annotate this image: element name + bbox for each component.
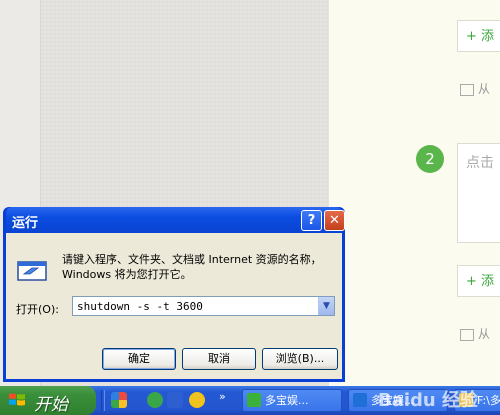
dialog-titlebar[interactable]: 运行 ? ✕ <box>6 207 345 233</box>
quicklaunch-separator <box>101 390 105 411</box>
task-label: F:\多 <box>477 394 500 407</box>
chevron-icon[interactable]: » <box>219 390 226 403</box>
app-icon[interactable] <box>111 392 127 408</box>
add-image-link-2[interactable]: 从 <box>460 325 490 342</box>
watermark: Baidu 经验 <box>378 390 479 411</box>
step-text-area[interactable]: 点击 <box>457 143 500 243</box>
taskbar-item[interactable]: 多宝娱... <box>242 389 342 412</box>
add-image-link[interactable]: 从 <box>460 80 490 97</box>
run-dialog: 运行 ? ✕ 请键入程序、文件夹、文档或 Internet 资源的名称，Wind… <box>3 207 345 382</box>
dialog-prompt: 请键入程序、文件夹、文档或 Internet 资源的名称，Windows 将为您… <box>62 253 322 281</box>
image-icon <box>460 83 474 96</box>
run-program-icon <box>17 261 47 281</box>
browse-button[interactable]: 浏览(B)... <box>262 348 338 370</box>
dialog-title: 运行 <box>12 216 39 231</box>
task-label: 多宝娱... <box>265 394 309 407</box>
browser-icon[interactable] <box>147 392 163 408</box>
browser-icon <box>353 393 367 407</box>
ok-button[interactable]: 确定 <box>102 348 176 370</box>
cancel-button[interactable]: 取消 <box>182 348 256 370</box>
dialog-body: 请键入程序、文件夹、文档或 Internet 资源的名称，Windows 将为您… <box>6 233 342 379</box>
command-input[interactable]: shutdown -s -t 3600 <box>77 300 203 313</box>
windows-logo-icon <box>9 393 25 406</box>
image-icon <box>460 328 474 341</box>
dropdown-arrow-icon[interactable]: ▼ <box>318 297 334 315</box>
add-image-label: 从 <box>478 82 491 96</box>
qq-icon[interactable] <box>189 392 205 408</box>
add-image-label: 从 <box>478 327 491 341</box>
open-label: 打开(O): <box>16 303 59 316</box>
start-button[interactable]: 开始 <box>0 386 96 415</box>
add-step-button-2[interactable]: + 添 <box>457 265 500 297</box>
start-label: 开始 <box>34 395 68 415</box>
command-combobox[interactable]: shutdown -s -t 3600 ▼ <box>72 296 335 316</box>
step-number-badge: 2 <box>416 145 444 173</box>
ie-icon[interactable] <box>167 392 183 408</box>
app-icon <box>247 393 261 407</box>
close-button[interactable]: ✕ <box>324 210 345 231</box>
help-button[interactable]: ? <box>301 210 322 231</box>
add-step-button[interactable]: + 添 <box>457 20 500 52</box>
